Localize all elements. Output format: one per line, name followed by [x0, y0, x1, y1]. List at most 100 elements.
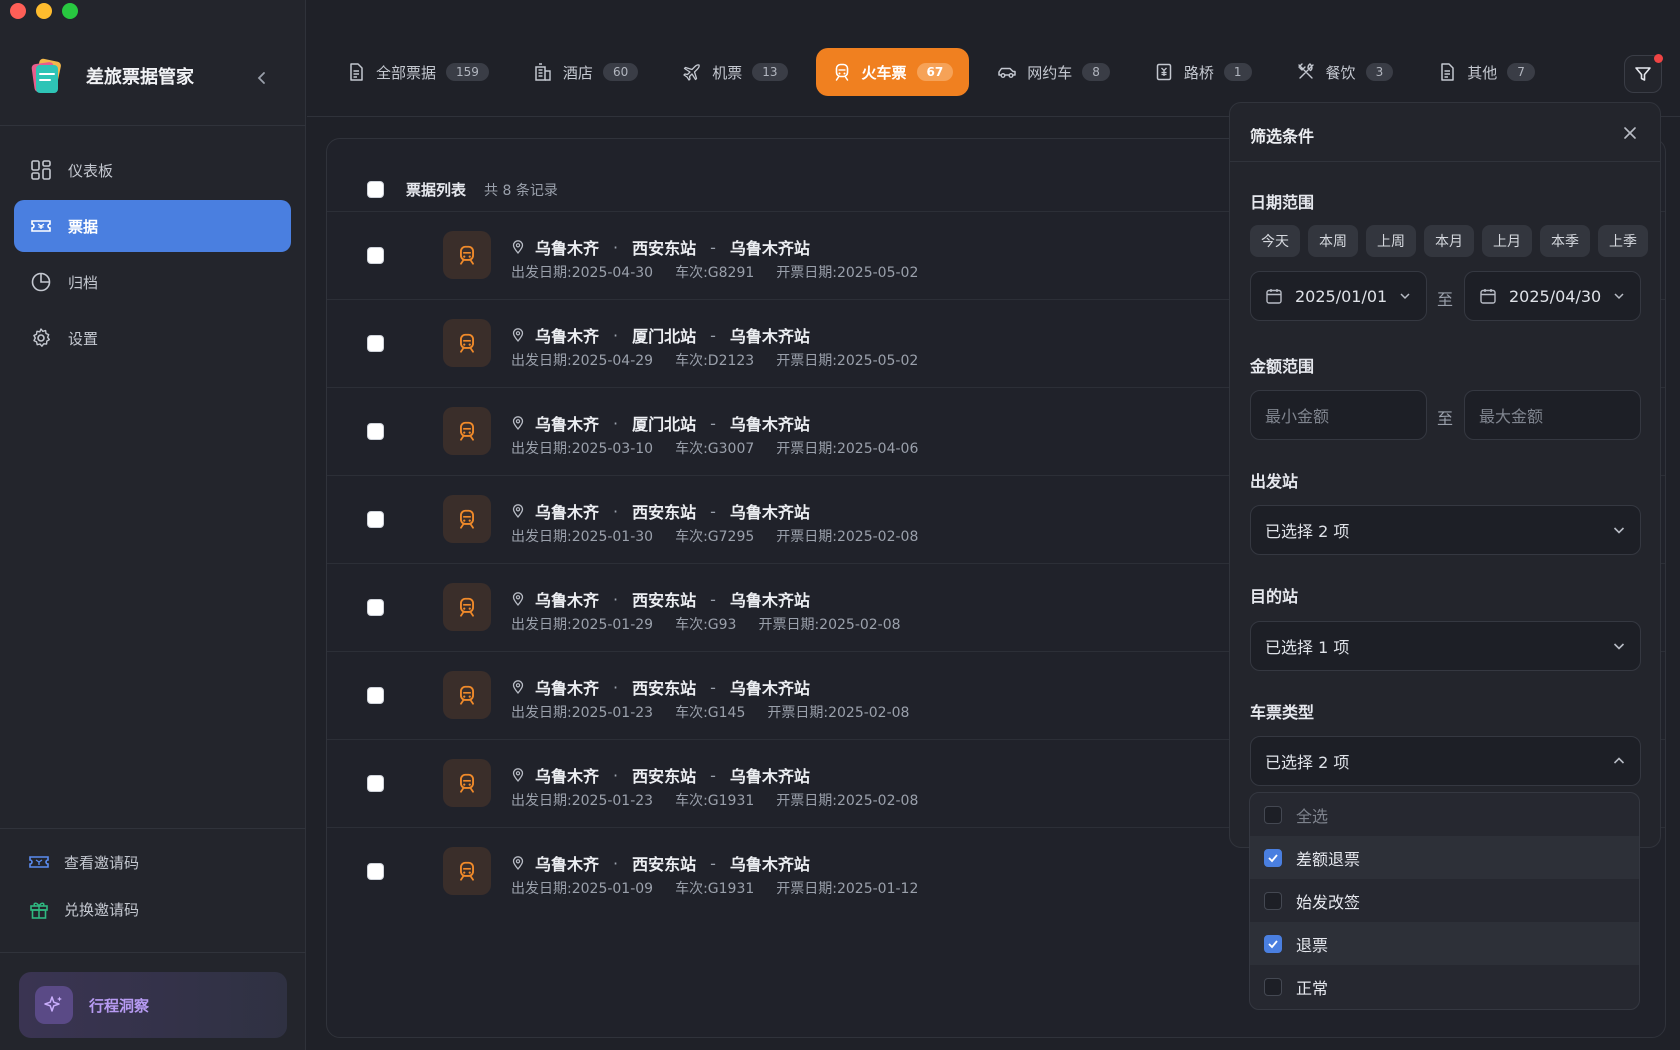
max-amount-input[interactable]: 最大金额	[1464, 390, 1641, 440]
destination-station-select[interactable]: 已选择 1 项	[1250, 621, 1641, 671]
row-issue-date: 开票日期:2025-05-02	[776, 353, 919, 369]
row-route: 乌鲁木齐 · 西安东站 - 乌鲁木齐站	[511, 675, 810, 699]
option-partial-refund[interactable]: 差额退票	[1250, 836, 1639, 879]
end-date-picker[interactable]: 2025/04/30	[1464, 271, 1641, 321]
tab-count-badge: 1	[1223, 63, 1252, 81]
row-separator-dot: ·	[613, 677, 619, 697]
date-chip-today[interactable]: 今天	[1250, 225, 1300, 257]
row-separator-dot: ·	[613, 853, 619, 873]
row-checkbox[interactable]	[367, 599, 384, 616]
tab-other[interactable]: 其他 7	[1421, 48, 1551, 96]
row-depart-date: 出发日期:2025-03-10	[511, 441, 654, 457]
start-date-picker[interactable]: 2025/01/01	[1250, 271, 1427, 321]
row-train-number: 车次:G1931	[675, 881, 755, 897]
sidebar-item-tickets[interactable]: 票据	[14, 200, 291, 252]
app-window: 差旅票据管家 仪表板 票据 归档 设置 查看邀请码 兑换邀请码 行程洞察 全部票…	[0, 0, 1680, 1050]
app-title: 差旅票据管家	[86, 67, 194, 88]
row-from-station: 西安东站	[632, 591, 697, 610]
view-invite-code-link[interactable]: 查看邀请码	[28, 850, 139, 874]
row-train-number: 车次:G8291	[675, 265, 755, 281]
option-refund[interactable]: 退票	[1250, 922, 1639, 965]
row-city: 乌鲁木齐	[535, 239, 600, 258]
minimize-window-button[interactable]	[36, 3, 52, 19]
row-checkbox[interactable]	[367, 687, 384, 704]
departure-station-select[interactable]: 已选择 2 项	[1250, 505, 1641, 555]
sparkle-icon	[35, 986, 73, 1024]
close-filter-button[interactable]	[1620, 123, 1640, 143]
row-city: 乌鲁木齐	[535, 767, 600, 786]
train-icon	[443, 583, 491, 631]
row-meta: 出发日期:2025-01-30 车次:G7295 开票日期:2025-02-08	[511, 526, 918, 546]
option-select-all[interactable]: 全选	[1250, 793, 1639, 836]
option-normal[interactable]: 正常	[1250, 965, 1639, 1008]
row-separator-dash: -	[710, 677, 716, 697]
row-issue-date: 开票日期:2025-01-12	[776, 881, 919, 897]
row-checkbox[interactable]	[367, 423, 384, 440]
chevron-down-icon	[1614, 293, 1624, 300]
row-checkbox[interactable]	[367, 511, 384, 528]
row-meta: 出发日期:2025-01-23 车次:G1931 开票日期:2025-02-08	[511, 790, 918, 810]
list-record-count: 共 8 条记录	[484, 182, 558, 199]
date-chip-last-week[interactable]: 上周	[1366, 225, 1416, 257]
option-checkbox[interactable]	[1264, 805, 1282, 824]
row-checkbox[interactable]	[367, 335, 384, 352]
tab-ride-hailing[interactable]: 网约车 8	[981, 48, 1126, 96]
option-checkbox[interactable]	[1264, 977, 1282, 996]
train-icon	[443, 495, 491, 543]
select-all-checkbox[interactable]	[367, 181, 384, 198]
row-checkbox[interactable]	[367, 863, 384, 880]
min-amount-input[interactable]: 最小金额	[1250, 390, 1427, 440]
tab-hotel[interactable]: 酒店 60	[517, 48, 654, 96]
close-window-button[interactable]	[10, 3, 26, 19]
tab-toll[interactable]: 路桥 1	[1138, 48, 1268, 96]
tab-flight[interactable]: 机票 13	[666, 48, 803, 96]
trip-insight-button[interactable]: 行程洞察	[19, 972, 287, 1038]
option-label: 全选	[1296, 806, 1329, 826]
tab-all[interactable]: 全部票据 159	[330, 48, 505, 96]
row-city: 乌鲁木齐	[535, 591, 600, 610]
ticket-type-select[interactable]: 已选择 2 项	[1250, 736, 1641, 786]
tab-count-badge: 7	[1507, 63, 1535, 81]
option-checkbox[interactable]	[1264, 934, 1282, 953]
brand: 差旅票据管家	[28, 56, 194, 96]
date-chip-this-quarter[interactable]: 本季	[1540, 225, 1590, 257]
row-route: 乌鲁木齐 · 西安东站 - 乌鲁木齐站	[511, 851, 810, 875]
option-origin-change[interactable]: 始发改签	[1250, 879, 1639, 922]
date-chip-this-week[interactable]: 本周	[1308, 225, 1358, 257]
row-checkbox[interactable]	[367, 247, 384, 264]
tab-train[interactable]: 火车票 67	[815, 48, 970, 96]
close-icon	[1624, 127, 1636, 139]
tab-count-badge: 67	[916, 63, 954, 81]
date-chip-this-month[interactable]: 本月	[1424, 225, 1474, 257]
date-chip-last-month[interactable]: 上月	[1482, 225, 1532, 257]
train-icon	[443, 671, 491, 719]
sidebar-item-settings[interactable]: 设置	[14, 312, 291, 364]
row-checkbox[interactable]	[367, 775, 384, 792]
row-issue-date: 开票日期:2025-02-08	[767, 705, 910, 721]
tab-count-badge: 60	[602, 63, 639, 81]
date-chip-last-quarter[interactable]: 上季	[1598, 225, 1648, 257]
row-from-station: 西安东站	[632, 767, 697, 786]
location-pin-icon	[512, 592, 524, 606]
filter-button[interactable]	[1624, 54, 1663, 93]
utensils-icon	[1297, 63, 1314, 79]
zoom-window-button[interactable]	[62, 3, 78, 19]
sidebar-item-dashboard[interactable]: 仪表板	[14, 144, 291, 196]
sidebar-item-label: 设置	[68, 329, 99, 348]
option-checkbox[interactable]	[1264, 891, 1282, 910]
location-pin-icon	[512, 680, 524, 694]
category-tabs: 全部票据 159 酒店 60 机票 13 火车票 67 网约车 8 路桥 1 餐…	[330, 48, 1563, 96]
option-checkbox[interactable]	[1264, 848, 1282, 867]
collapse-sidebar-button[interactable]	[250, 66, 274, 90]
sidebar-divider	[0, 125, 306, 126]
row-from-station: 西安东站	[632, 855, 697, 874]
chevron-up-icon	[1613, 757, 1625, 764]
row-city: 乌鲁木齐	[535, 855, 600, 874]
row-separator-dot: ·	[613, 413, 619, 433]
calendar-icon	[1266, 289, 1282, 304]
row-issue-date: 开票日期:2025-04-06	[776, 441, 919, 457]
sidebar-item-archive[interactable]: 归档	[14, 256, 291, 308]
tab-dining[interactable]: 餐饮 3	[1280, 48, 1410, 96]
tab-label: 网约车	[1027, 63, 1073, 82]
redeem-invite-code-link[interactable]: 兑换邀请码	[28, 897, 139, 921]
